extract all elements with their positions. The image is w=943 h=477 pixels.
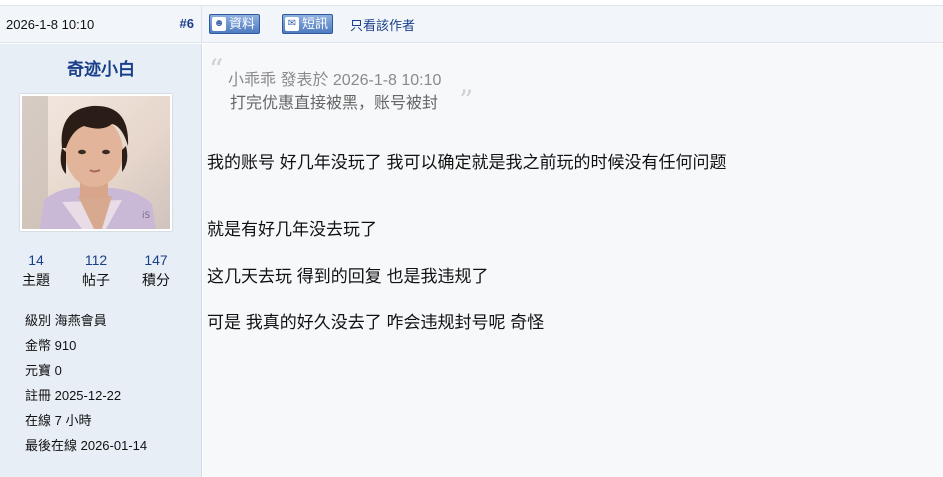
stat-credits-value: 147 — [144, 252, 168, 268]
post-content: “ 小乖乖 發表於 2026-1-8 10:10 打完优惠直接被黑，账号被封 ”… — [203, 44, 943, 477]
stat-topics-value: 14 — [28, 252, 44, 268]
body-line-4: 可是 我真的好久没去了 咋会违规封号呢 奇怪 — [207, 313, 545, 332]
profile-button[interactable]: ☻ 資料 — [209, 14, 261, 34]
avatar-image: iS — [22, 96, 170, 229]
quote-meta: 小乖乖 發表於 2026-1-8 10:10 — [228, 72, 442, 89]
stat-credits-label: 積分 — [142, 272, 170, 288]
body-line-3: 这几天去玩 得到的回复 也是我违规了 — [207, 267, 489, 286]
avatar[interactable]: iS — [20, 94, 172, 231]
body-line-2: 就是有好几年没去玩了 — [207, 220, 377, 239]
user-icon: ☻ — [212, 17, 226, 31]
stat-credits[interactable]: 147 積分 — [126, 252, 186, 290]
open-quote-icon: “ — [209, 53, 224, 86]
info-level: 級別 海燕會員 — [25, 313, 107, 328]
post-number-link[interactable]: #6 — [180, 16, 194, 31]
profile-button-label: 資料 — [229, 16, 256, 31]
quote-text: 打完优惠直接被黑，账号被封 — [230, 95, 439, 112]
info-gold: 金幣 910 — [25, 338, 77, 353]
info-last-online: 最後在線 2026-01-14 — [25, 438, 148, 453]
svg-text:iS: iS — [142, 211, 151, 221]
message-icon: ✉ — [285, 17, 299, 31]
body-line-1: 我的账号 好几年没玩了 我可以确定就是我之前玩的时候没有任何问题 — [207, 153, 727, 172]
username-link[interactable]: 奇迹小白 — [0, 55, 202, 80]
post-header-left: 2026-1-8 10:10 #6 — [0, 6, 202, 42]
stat-topics-label: 主題 — [22, 272, 50, 288]
info-online-hours: 在線 7 小時 — [25, 413, 92, 428]
stat-posts-value: 112 — [84, 252, 108, 268]
stat-posts-label: 帖子 — [82, 272, 110, 288]
info-registered: 註冊 2025-12-22 — [25, 388, 122, 403]
info-ingot: 元寶 0 — [25, 363, 62, 378]
post-header-bar: 2026-1-8 10:10 #6 ☻ 資料 ✉ 短訊 只看該作者 — [0, 5, 943, 43]
close-quote-icon: ” — [459, 84, 474, 117]
private-message-button[interactable]: ✉ 短訊 — [282, 14, 334, 34]
pm-button-label: 短訊 — [302, 16, 329, 31]
user-sidebar: 奇迹小白 iS 14 主題 112 帖子 147 積分 級別 海燕會員 金幣 9… — [0, 44, 202, 477]
post-time: 2026-1-8 10:10 — [6, 17, 95, 32]
user-info-list: 級別 海燕會員 金幣 910 元寶 0 註冊 2025-12-22 在線 7 小… — [25, 308, 147, 458]
stat-topics[interactable]: 14 主題 — [6, 252, 66, 290]
stat-posts[interactable]: 112 帖子 — [66, 252, 126, 290]
only-author-link[interactable]: 只看該作者 — [350, 15, 415, 34]
